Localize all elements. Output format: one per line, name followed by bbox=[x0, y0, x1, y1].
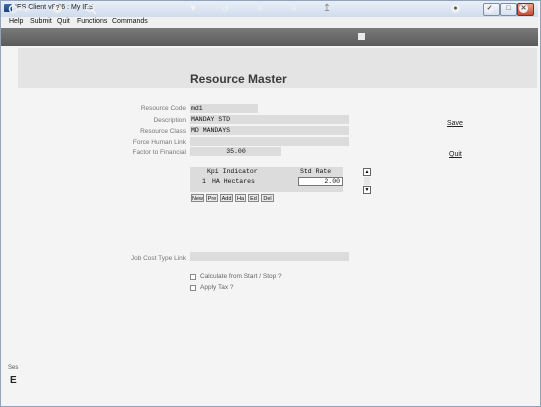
apply-tax-checkbox[interactable] bbox=[190, 285, 196, 291]
grid-del-button[interactable]: Del bbox=[261, 194, 274, 202]
resource-code-field[interactable]: md1 bbox=[190, 104, 258, 113]
grid-row-kpi[interactable]: HA Hectares bbox=[212, 178, 255, 185]
description-field[interactable]: MANDAY STD bbox=[190, 115, 349, 124]
grid-row-number: 1 bbox=[202, 178, 206, 185]
grid-ha-button[interactable]: Ha bbox=[235, 194, 246, 202]
side-glyph: E bbox=[10, 375, 17, 386]
kpi-header: Kpi Indicator bbox=[207, 168, 258, 175]
rewind-icon[interactable]: « bbox=[253, 2, 267, 16]
calc-start-stop-label: Calculate from Start / Stop ? bbox=[200, 273, 282, 280]
menu-quit[interactable]: Quit bbox=[57, 18, 70, 25]
stop-icon[interactable] bbox=[358, 33, 365, 40]
apply-tax-label: Apply Tax ? bbox=[200, 284, 234, 291]
grid-new-button[interactable]: New bbox=[191, 194, 204, 202]
close-icon[interactable]: ✕ bbox=[519, 4, 528, 13]
scroll-up-button[interactable]: ▲ bbox=[363, 168, 371, 176]
force-human-link-label: Force Human Link bbox=[132, 139, 186, 146]
page-title: Resource Master bbox=[190, 72, 287, 86]
grid-ed-button[interactable]: Ed bbox=[248, 194, 259, 202]
search-icon[interactable] bbox=[84, 2, 98, 16]
grid-row-rate[interactable]: 2.00 bbox=[298, 177, 343, 186]
undo-icon[interactable]: ↺ bbox=[218, 2, 232, 16]
upload-icon[interactable]: ↥ bbox=[320, 2, 334, 16]
resource-class-label: Resource Class bbox=[140, 128, 186, 135]
heart-icon[interactable]: ♥ bbox=[186, 2, 200, 16]
form-area bbox=[18, 88, 537, 404]
menu-submit[interactable]: Submit bbox=[30, 18, 52, 25]
toolbar bbox=[1, 28, 538, 46]
grid-pre-button[interactable]: Pre bbox=[206, 194, 218, 202]
save-link[interactable]: Save bbox=[447, 120, 463, 127]
quit-link[interactable]: Quit bbox=[449, 151, 462, 158]
factor-to-financial-label: Factor to Financial bbox=[132, 149, 186, 156]
menu-help[interactable]: Help bbox=[9, 18, 23, 25]
job-cost-type-link-label: Job Cost Type Link bbox=[130, 255, 186, 262]
menu-commands[interactable]: Commands bbox=[112, 18, 148, 25]
resource-code-label: Resource Code bbox=[140, 105, 186, 112]
job-cost-type-link-field[interactable] bbox=[190, 252, 349, 261]
force-human-link-field[interactable] bbox=[190, 137, 349, 146]
std-rate-header: Std Rate bbox=[300, 168, 332, 175]
check-icon[interactable]: ✓ bbox=[485, 4, 494, 13]
calc-start-stop-checkbox[interactable] bbox=[190, 274, 196, 280]
key-icon[interactable] bbox=[8, 2, 32, 16]
factor-to-financial-field[interactable]: 35.00 bbox=[190, 147, 281, 156]
resource-class-field[interactable]: MD MANDAYS bbox=[190, 126, 349, 135]
menu-functions[interactable]: Functions bbox=[77, 18, 107, 25]
grid-add-button[interactable]: Add bbox=[220, 194, 233, 202]
help-icon[interactable]: ? bbox=[53, 4, 62, 13]
scroll-down-button[interactable]: ▼ bbox=[363, 186, 371, 194]
maximize-button[interactable]: □ bbox=[500, 3, 517, 16]
session-label: Ses bbox=[8, 365, 19, 371]
description-label: Description bbox=[153, 117, 186, 124]
save-icon[interactable]: ● bbox=[451, 4, 460, 13]
scroll-track[interactable] bbox=[364, 177, 370, 185]
forward-icon[interactable]: » bbox=[287, 2, 301, 16]
